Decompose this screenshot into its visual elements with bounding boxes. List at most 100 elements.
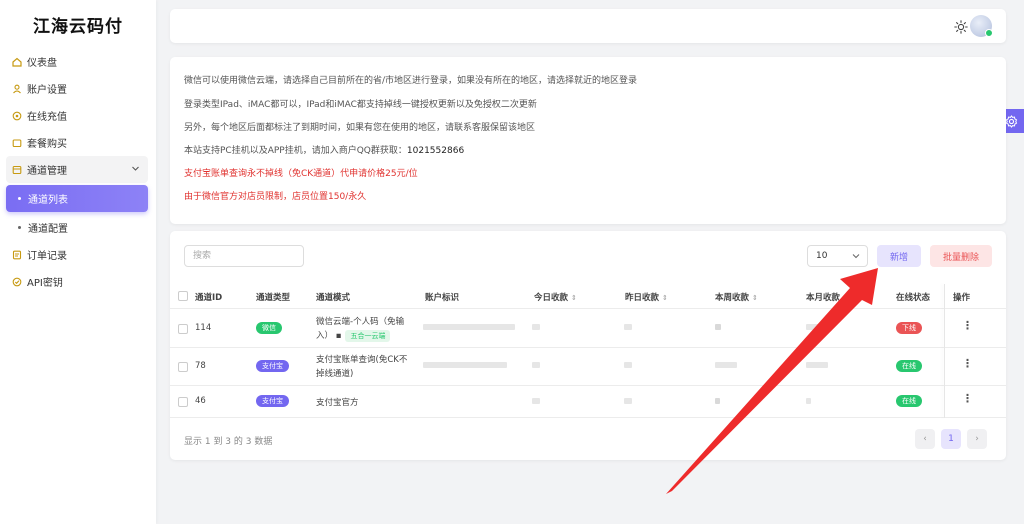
channel-type-badge: 支付宝: [256, 395, 289, 407]
add-button[interactable]: 新增: [877, 245, 921, 267]
col-header-yesterday[interactable]: 昨日收款 ⇕: [625, 291, 668, 303]
channel-type-badge: 支付宝: [256, 360, 289, 372]
today-redacted: [532, 362, 540, 368]
next-page-button[interactable]: ›: [967, 429, 987, 449]
col-header-actions: 操作: [953, 293, 971, 303]
batch-delete-button[interactable]: 批量删除: [930, 245, 992, 267]
key-icon: [12, 277, 22, 287]
sidebar-item-label: API密钥: [27, 278, 63, 289]
sidebar-item-label: 仪表盘: [27, 58, 57, 69]
cell-mode-line2: 掉线通道): [316, 369, 354, 379]
gear-icon: [1005, 114, 1017, 128]
sidebar-item-label: 套餐购买: [27, 139, 67, 150]
today-redacted: [532, 324, 540, 330]
col-header-mode: 通道模式: [316, 293, 351, 303]
more-actions-icon[interactable]: ⋮: [962, 357, 973, 370]
col-header-type: 通道类型: [256, 293, 291, 303]
dot-icon: [18, 197, 21, 200]
sidebar-item-orders[interactable]: 订单记录: [6, 241, 148, 268]
top-bar: [170, 9, 1006, 43]
col-header-today[interactable]: 今日收款 ⇕: [534, 291, 577, 303]
col-header-account: 账户标识: [425, 293, 460, 303]
sidebar-item-label: 在线充值: [27, 112, 67, 123]
sidebar-item-api-key[interactable]: API密钥: [6, 268, 148, 295]
sidebar-item-channel-management[interactable]: 通道管理: [6, 156, 148, 183]
status-badge: 下线: [896, 322, 922, 334]
channel-type-badge: 微信: [256, 322, 282, 334]
col-header-week[interactable]: 本周收款 ⇕: [715, 291, 758, 303]
sort-icon: ⇕: [571, 294, 577, 302]
row-checkbox[interactable]: [178, 362, 188, 372]
sidebar-item-account-settings[interactable]: 账户设置: [6, 75, 148, 102]
yesterday-redacted: [624, 324, 632, 330]
sidebar-nav: 仪表盘 账户设置 在线充值 套餐购买 通道管理 通道列表 通道配置 订单记录 A…: [0, 48, 156, 295]
more-actions-icon[interactable]: ⋮: [962, 392, 973, 405]
pagination-summary: 显示 1 到 3 的 3 数据: [184, 437, 273, 447]
more-actions-icon[interactable]: ⋮: [962, 319, 973, 332]
week-redacted: [715, 362, 737, 368]
week-redacted: [715, 324, 721, 330]
mode-tag: 五合一云端: [345, 330, 391, 342]
sidebar-item-recharge[interactable]: 在线充值: [6, 102, 148, 129]
page-size-select[interactable]: 10: [807, 245, 868, 267]
table-row: 114 微信 微信云端-个人码（免输 入） ▪ 五合一云端 下线 ⋮: [170, 309, 1006, 348]
channel-icon: [12, 165, 22, 175]
cell-mode-line1: 微信云端-个人码（免输: [316, 317, 405, 327]
cell-mode-line2-text: 入）: [316, 331, 334, 341]
sidebar-item-dashboard[interactable]: 仪表盘: [6, 48, 148, 75]
table-header: 通道ID 通道类型 通道模式 账户标识 今日收款 ⇕ 昨日收款 ⇕ 本周收款 ⇕ 本月…: [170, 284, 1006, 309]
channel-table-card: 10 新增 批量删除 通道ID 通道类型 通道模式 账户标识 今日收款⇕ 昨日收…: [170, 231, 1006, 460]
col-header-id: 通道ID: [195, 293, 223, 303]
prev-page-button[interactable]: ‹: [915, 429, 935, 449]
col-header-week-label: 本周收款: [715, 293, 750, 303]
notice-qq-text: 本站支持PC挂机以及APP挂机，请加入商户QQ群获取：: [184, 146, 407, 156]
online-status-dot: [985, 29, 993, 37]
row-checkbox[interactable]: [178, 397, 188, 407]
sidebar-item-label: 账户设置: [27, 85, 67, 96]
avatar[interactable]: [970, 15, 993, 37]
status-badge: 在线: [896, 395, 922, 407]
week-redacted: [715, 398, 720, 404]
yesterday-redacted: [624, 398, 632, 404]
yesterday-redacted: [624, 362, 632, 368]
col-header-status: 在线状态: [896, 293, 931, 303]
account-redacted: [423, 362, 507, 368]
notice-line-5: 支付宝账单查询永不掉线（免CK通道）代申请价格25元/位: [184, 169, 418, 179]
col-header-today-label: 今日收款: [534, 293, 569, 303]
status-badge: 在线: [896, 360, 922, 372]
col-header-month[interactable]: 本月收款 ⇕: [806, 291, 849, 303]
cell-id: 114: [195, 323, 212, 333]
sidebar-item-label: 订单记录: [27, 251, 67, 262]
dot-icon: [18, 226, 21, 229]
cart-icon: [12, 138, 22, 148]
page-size-value: 10: [816, 251, 828, 261]
home-icon: [12, 57, 22, 67]
page-button-1[interactable]: 1: [941, 429, 961, 449]
table-row: 78 支付宝 支付宝账单查询(免CK不 掉线通道) 在线 ⋮: [170, 347, 1006, 386]
search-input[interactable]: [184, 245, 304, 267]
sidebar-item-packages[interactable]: 套餐购买: [6, 129, 148, 156]
cell-mode-line1: 支付宝官方: [316, 398, 359, 408]
month-redacted: [806, 362, 828, 368]
notice-line-2: 登录类型IPad、iMAC都可以，IPad和iMAC都支持掉线一键授权更新以及免…: [184, 100, 537, 110]
col-header-month-label: 本月收款: [806, 293, 841, 303]
order-icon: [12, 250, 22, 260]
sidebar-item-label: 通道配置: [28, 224, 68, 235]
sun-icon[interactable]: [954, 19, 968, 34]
sidebar-item-channel-list[interactable]: 通道列表: [6, 185, 148, 212]
notice-line-1: 微信可以使用微信云端，请选择自己目前所在的省/市地区进行登录，如果没有所在的地区…: [184, 76, 638, 86]
sidebar-item-label: 通道管理: [27, 166, 67, 177]
month-redacted: [806, 324, 820, 330]
notice-line-4: 本站支持PC挂机以及APP挂机，请加入商户QQ群获取：1021552866: [184, 143, 464, 156]
select-all-checkbox[interactable]: [178, 291, 188, 301]
sidebar-item-channel-config[interactable]: 通道配置: [6, 214, 148, 241]
sort-icon: ⇕: [752, 294, 758, 302]
notice-line-3: 另外，每个地区后面都标注了到期时间，如果有您在使用的地区，请联系客服保留该地区: [184, 123, 536, 133]
sidebar: 江海云码付 仪表盘 账户设置 在线充值 套餐购买 通道管理 通道列表 通道配置 …: [0, 0, 156, 524]
today-redacted: [532, 398, 540, 404]
notice-line-6: 由于微信官方对店员限制，店员位置150/永久: [184, 192, 367, 202]
notice-qq-number: 1021552866: [406, 146, 465, 156]
cell-id: 46: [195, 396, 206, 406]
sort-icon: ⇕: [662, 294, 668, 302]
row-checkbox[interactable]: [178, 324, 188, 334]
